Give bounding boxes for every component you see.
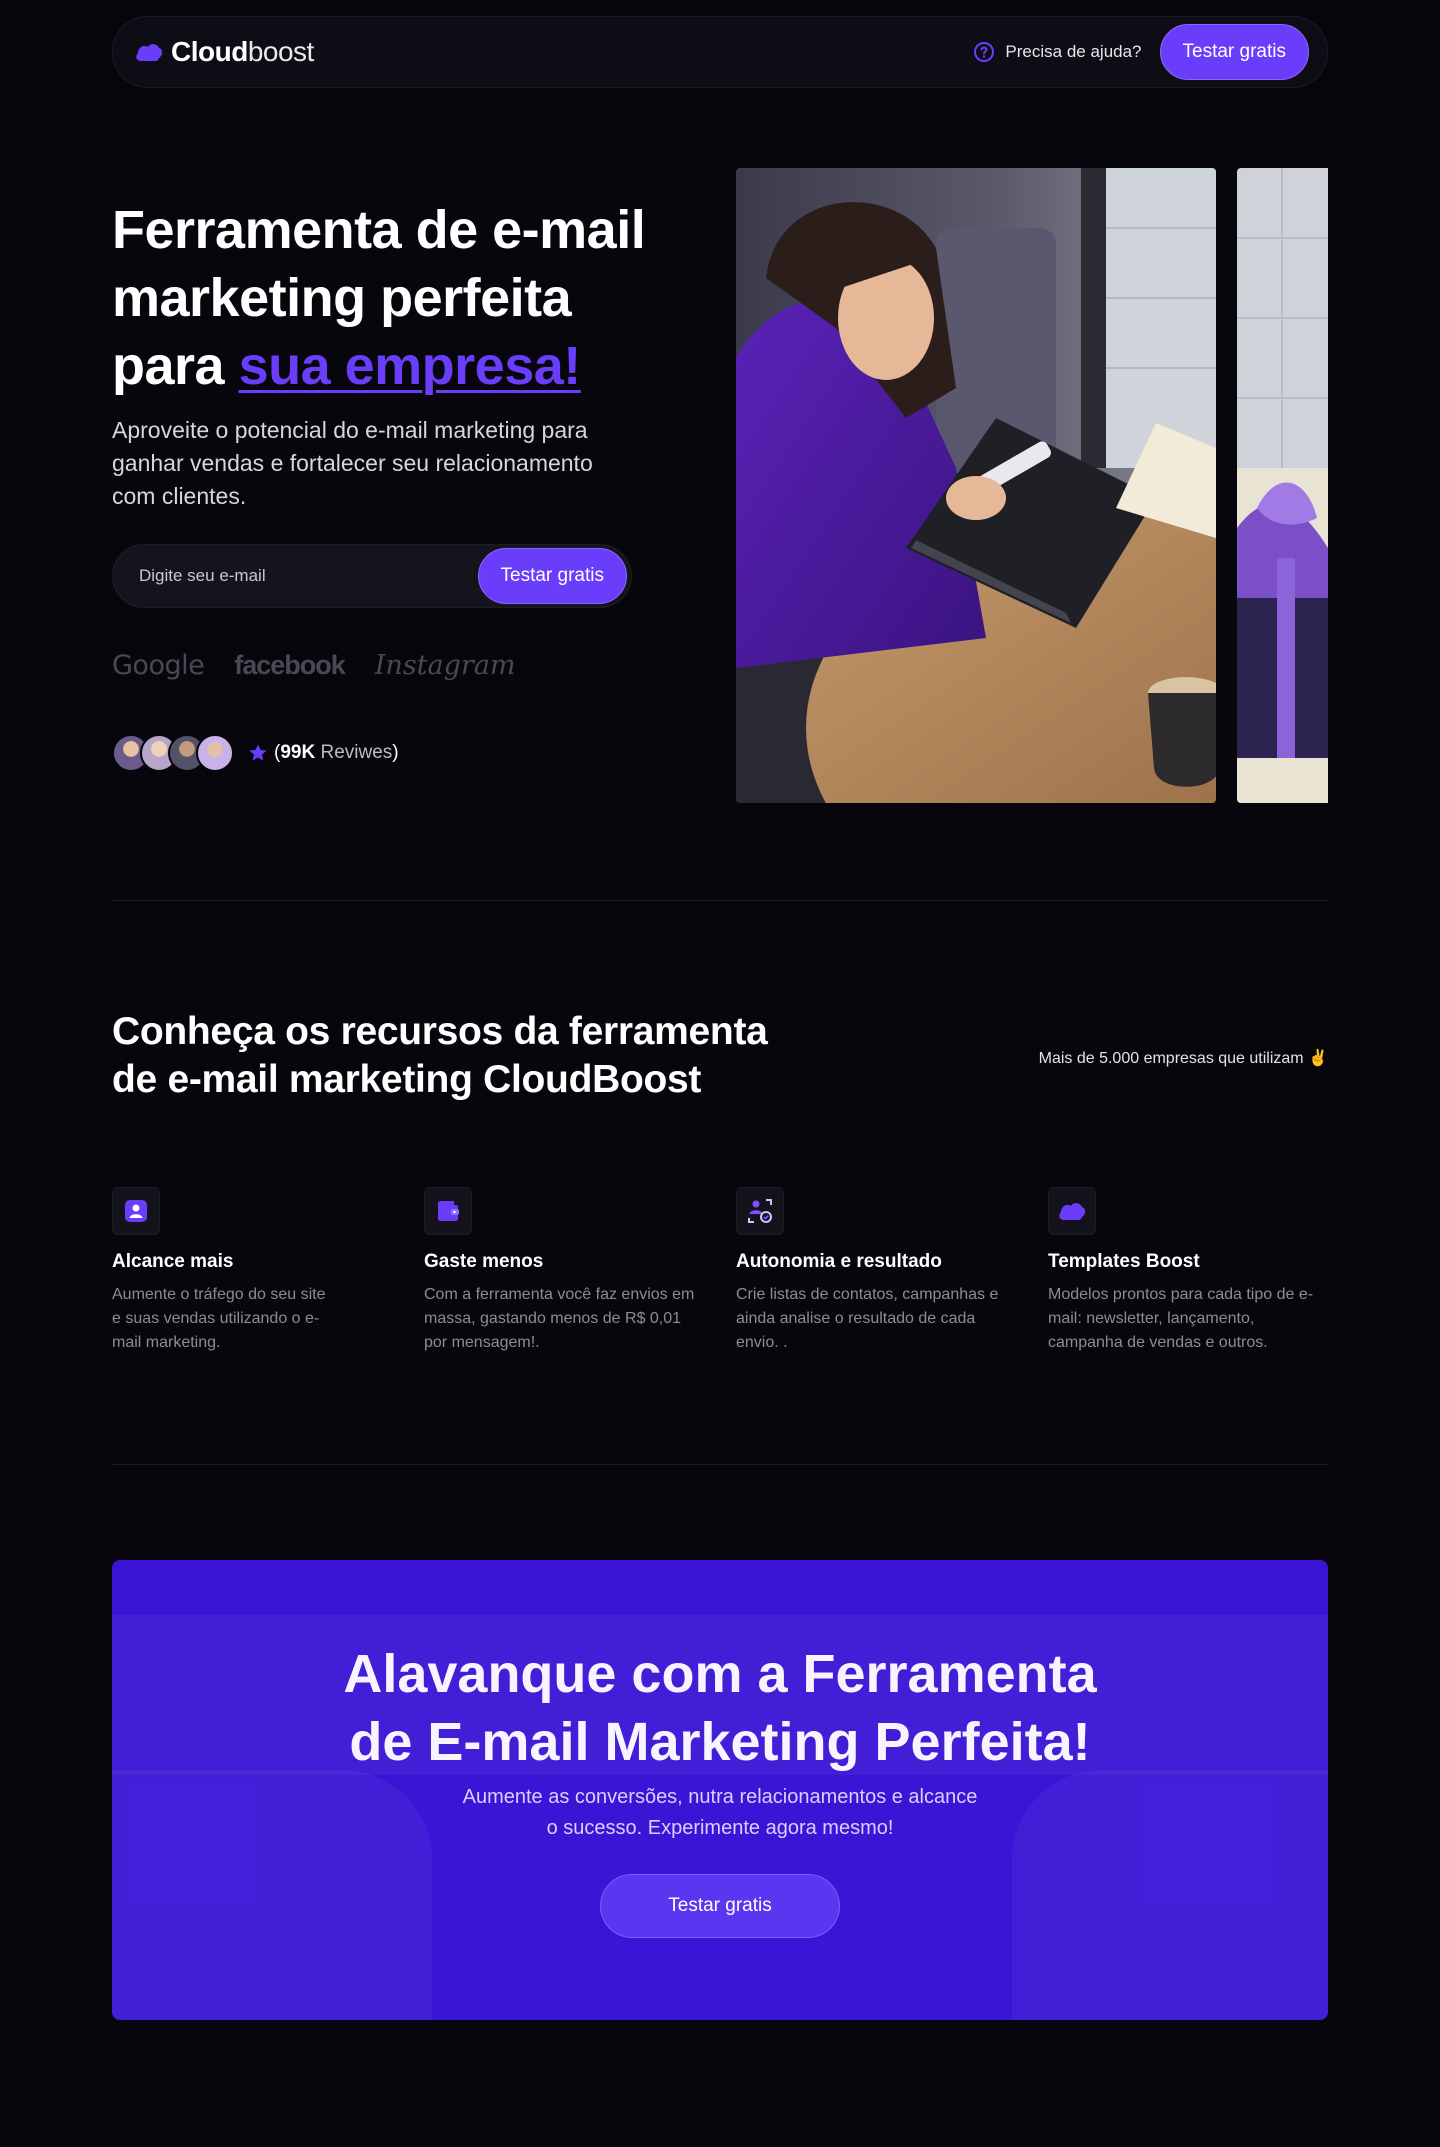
hero-title-highlight: sua empresa! xyxy=(238,336,582,396)
rating-close-paren: ) xyxy=(392,742,399,763)
feature-title: Alcance mais xyxy=(112,1251,234,1272)
partner-logos: Google facebook Instagram xyxy=(112,650,516,681)
cta-try-free-button[interactable]: Testar gratis xyxy=(600,1874,840,1938)
cta-banner: Alavanque com a Ferramenta de E-mail Mar… xyxy=(112,1560,1328,2020)
instagram-logo: Instagram xyxy=(374,650,516,681)
question-circle-icon xyxy=(974,42,995,62)
user-badge-icon xyxy=(125,1200,147,1222)
features-title: Conheça os recursos da ferramenta de e-m… xyxy=(112,1008,812,1104)
facebook-logo: facebook xyxy=(234,650,346,680)
cta-title: Alavanque com a Ferramenta de E-mail Mar… xyxy=(112,1640,1328,1776)
template-icon xyxy=(1059,1203,1086,1220)
hero-title-line2: marketing perfeita xyxy=(112,268,572,328)
feature-card-reach: Alcance mais Aumente o tráfego do seu si… xyxy=(112,1187,392,1355)
avatar-group xyxy=(112,734,234,772)
brand-logo[interactable]: Cloudboost xyxy=(135,36,314,68)
help-label: Precisa de ajuda? xyxy=(1005,42,1142,61)
feature-description: Crie listas de contatos, campanhas e ain… xyxy=(736,1286,999,1351)
cloud-icon xyxy=(136,44,163,61)
companies-count-note: Mais de 5.000 empresas que utilizam ✌️ xyxy=(1038,1050,1328,1067)
hero-photo-gift-box xyxy=(1237,168,1328,803)
feature-description: Com a ferramenta você faz envios em mass… xyxy=(424,1286,695,1351)
feature-card-autonomy: Autonomia e resultado Crie listas de con… xyxy=(736,1187,1016,1355)
section-divider xyxy=(112,900,1328,901)
brand-name-light: boost xyxy=(247,36,315,67)
brand-name-bold: Cloud xyxy=(171,36,248,67)
feature-description: Aumente o tráfego do seu site e suas ven… xyxy=(112,1286,326,1351)
google-logo: Google xyxy=(112,650,205,681)
hero-title-line1: Ferramenta de e-mail xyxy=(112,200,646,260)
cta-subtitle: Aumente as conversões, nutra relacioname… xyxy=(462,1786,978,1839)
email-input[interactable] xyxy=(137,565,437,587)
reviews-summary: (99K Reviwes) xyxy=(112,734,399,772)
feature-icon-box xyxy=(424,1187,472,1235)
feature-icon-box xyxy=(1048,1187,1096,1235)
user-scan-icon xyxy=(748,1199,772,1223)
nav-actions: Precisa de ajuda? Testar gratis xyxy=(973,24,1309,80)
cta-decoration xyxy=(112,1770,432,2020)
feature-icon-box xyxy=(112,1187,160,1235)
hero-title: Ferramenta de e-mail marketing perfeita … xyxy=(112,196,712,400)
help-link[interactable]: Precisa de ajuda? xyxy=(973,41,1142,63)
feature-card-templates: Templates Boost Modelos prontos para cad… xyxy=(1048,1187,1328,1355)
review-count: 99K xyxy=(280,742,316,763)
hero-photo-illustration xyxy=(736,168,1216,803)
hero-try-free-button[interactable]: Testar gratis xyxy=(477,548,627,604)
hero-title-line3-prefix: para xyxy=(112,336,239,396)
feature-card-spend-less: Gaste menos Com a ferramenta você faz en… xyxy=(424,1187,704,1355)
reviews-label: Reviwes xyxy=(315,742,393,763)
avatar xyxy=(196,734,234,772)
gift-photo-illustration xyxy=(1237,168,1328,803)
feature-title: Templates Boost xyxy=(1048,1251,1200,1272)
section-divider xyxy=(112,1464,1328,1465)
cta-title-line1: Alavanque com a Ferramenta xyxy=(343,1644,1097,1704)
hero-photo-woman-laptop xyxy=(736,168,1216,803)
wallet-icon xyxy=(438,1201,459,1221)
features-title-line2: de e-mail marketing CloudBoost xyxy=(112,1058,702,1101)
top-navbar: Cloudboost Precisa de ajuda? Testar grat… xyxy=(112,16,1328,88)
feature-title: Gaste menos xyxy=(424,1251,544,1272)
feature-title: Autonomia e resultado xyxy=(736,1251,942,1272)
cta-title-line2: de E-mail Marketing Perfeita! xyxy=(349,1712,1091,1772)
cta-decoration xyxy=(1012,1770,1328,2020)
hero-subtitle: Aproveite o potencial do e-mail marketin… xyxy=(112,417,593,509)
features-title-line1: Conheça os recursos da ferramenta xyxy=(112,1010,768,1053)
feature-description: Modelos prontos para cada tipo de e-mail… xyxy=(1048,1286,1314,1351)
star-icon xyxy=(249,744,267,761)
feature-icon-box xyxy=(736,1187,784,1235)
rating: (99K Reviwes) xyxy=(248,742,399,764)
email-signup-form: Testar gratis xyxy=(112,544,632,608)
nav-try-free-button[interactable]: Testar gratis xyxy=(1159,24,1309,80)
